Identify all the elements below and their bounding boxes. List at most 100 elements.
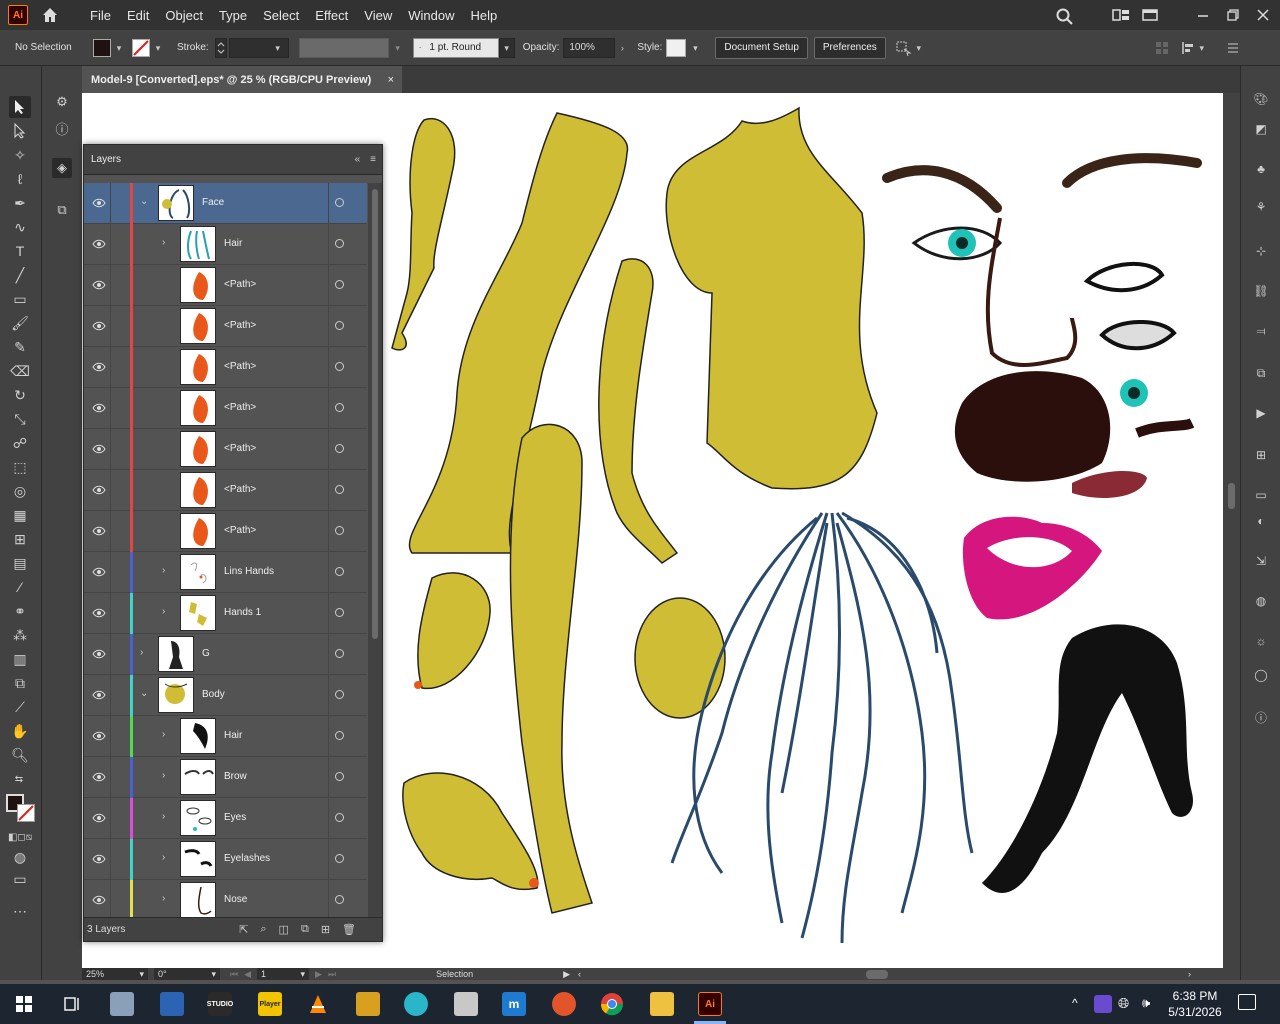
variable-width-profile[interactable] [298,37,389,58]
swatches-icon[interactable]: ♣ [1252,160,1270,178]
layer-row[interactable]: › Hair [84,224,367,265]
profile-dropdown-icon[interactable]: ▾ [393,43,403,53]
layer-name[interactable]: Hands 1 [224,607,261,618]
draw-mode-icon[interactable]: ◍ [9,846,31,868]
lock-column[interactable] [110,634,111,675]
firefox-icon[interactable] [552,992,576,1016]
brush-dropdown-icon[interactable]: ▾ [498,37,515,58]
layer-name[interactable]: <Path> [224,484,256,495]
preferences-button[interactable]: Preferences [813,36,886,59]
snipping-tool-icon[interactable] [160,992,184,1016]
lock-column[interactable] [110,716,111,757]
horizontal-scroll-thumb[interactable] [866,969,889,979]
stroke-weight-field[interactable]: ▾ [228,37,289,58]
opacity-field[interactable]: 100% [563,37,616,58]
type-tool-icon[interactable]: T [9,240,31,262]
layer-row[interactable]: › Lins Hands [84,552,367,593]
target-circle-icon[interactable] [335,813,344,822]
stroke-dropdown-icon[interactable]: ▾ [153,43,163,53]
layers-scroll-thumb[interactable] [372,189,378,639]
visibility-eye-icon[interactable] [92,401,106,415]
document-info-icon[interactable]: ⓘ [1252,708,1270,726]
panel-menu-icon[interactable] [1225,40,1241,56]
visibility-eye-icon[interactable] [92,647,106,661]
lock-column[interactable] [110,757,111,798]
stroke-panel-icon[interactable]: ◯ [1252,666,1270,684]
menu-window[interactable]: Window [400,8,462,23]
layer-row[interactable]: ⌄ Face [84,183,367,224]
visibility-eye-icon[interactable] [92,565,106,579]
lock-column[interactable] [110,552,111,593]
app-icon-teal[interactable] [404,992,428,1016]
properties-gear-icon[interactable]: ⚙ [52,92,72,112]
target-circle-icon[interactable] [335,198,344,207]
stroke-swatch[interactable] [132,38,150,57]
scroll-left-icon[interactable]: ‹ [578,969,581,979]
target-circle-icon[interactable] [335,649,344,658]
appearance-icon[interactable]: ⊞ [1252,446,1270,464]
lasso-tool-icon[interactable]: ℓ [9,168,31,190]
layer-name[interactable]: <Path> [224,320,256,331]
zoom-tool-icon[interactable]: 🔍︎ [9,744,31,766]
layer-row[interactable]: › Hands 1 [84,593,367,634]
artboard-navigation-field[interactable]: 1 ▾ [257,968,310,980]
layers-scrollbar[interactable] [368,183,382,920]
menu-view[interactable]: View [356,8,400,23]
target-circle-icon[interactable] [335,567,344,576]
layer-name[interactable]: Face [202,197,224,208]
layer-row[interactable]: › Nose [84,880,367,920]
eraser-tool-icon[interactable]: ⌫ [9,360,31,382]
visibility-eye-icon[interactable] [92,770,106,784]
selection-tool-icon[interactable] [9,96,31,118]
layer-name[interactable]: <Path> [224,402,256,413]
curvature-tool-icon[interactable]: ∿ [9,216,31,238]
layer-row[interactable]: › Brow [84,757,367,798]
target-circle-icon[interactable] [335,854,344,863]
warp-tool-icon[interactable]: ☍ [9,432,31,454]
layer-name[interactable]: <Path> [224,525,256,536]
target-circle-icon[interactable] [335,772,344,781]
layer-row[interactable]: › Eyes [84,798,367,839]
column-graph-tool-icon[interactable]: ▥ [9,648,31,670]
visibility-eye-icon[interactable] [92,360,106,374]
align-dropdown-icon[interactable]: ▾ [1197,43,1207,53]
lock-column[interactable] [110,388,111,429]
rotation-field[interactable]: 0° ▾ [154,968,220,980]
more-tools-icon[interactable]: ⋯ [9,900,31,922]
visibility-eye-icon[interactable] [92,524,106,538]
file-explorer-icon[interactable] [650,992,674,1016]
slice-tool-icon[interactable]: ⟋ [9,696,31,718]
workspace-switcher-icon[interactable] [1112,8,1129,22]
scale-tool-icon[interactable]: ⤡ [9,408,31,430]
gradient-panel-icon[interactable]: ▭ [1252,486,1270,504]
layer-row[interactable]: <Path> [84,388,367,429]
chrome-icon[interactable] [600,992,624,1016]
symbols-icon[interactable]: ☼ [1252,632,1270,650]
status-menu-icon[interactable]: ▶ [563,969,570,980]
layer-name[interactable]: <Path> [224,361,256,372]
color-panel-icon[interactable]: 🎨︎ [1252,90,1270,108]
illustrator-taskbar-icon[interactable]: Ai [698,992,722,1016]
scroll-right-icon[interactable]: › [1188,969,1191,979]
new-layer-icon[interactable]: ⊞ [321,923,330,936]
last-artboard-icon[interactable]: ⏭ [328,969,336,980]
visibility-eye-icon[interactable] [92,893,106,907]
target-circle-icon[interactable] [335,239,344,248]
layer-row[interactable]: › Hair [84,716,367,757]
first-artboard-icon[interactable]: ⏮ [230,969,238,980]
free-transform-tool-icon[interactable]: ⬚ [9,456,31,478]
layer-name[interactable]: Brow [224,771,247,782]
target-circle-icon[interactable] [335,280,344,289]
blend-tool-icon[interactable]: ⚭ [9,600,31,622]
visibility-eye-icon[interactable] [92,688,106,702]
transform-options-icon[interactable] [894,39,912,57]
layers-panel-icon[interactable]: ◈ [52,158,72,178]
new-sublayer-icon[interactable]: ⧉ [301,923,309,936]
visibility-eye-icon[interactable] [92,852,106,866]
target-circle-icon[interactable] [335,608,344,617]
clipping-mask-icon[interactable]: ◫ [279,923,289,936]
target-circle-icon[interactable] [335,690,344,699]
menu-help[interactable]: Help [462,8,505,23]
app-icon-figure[interactable] [454,992,478,1016]
layer-row[interactable]: <Path> [84,470,367,511]
